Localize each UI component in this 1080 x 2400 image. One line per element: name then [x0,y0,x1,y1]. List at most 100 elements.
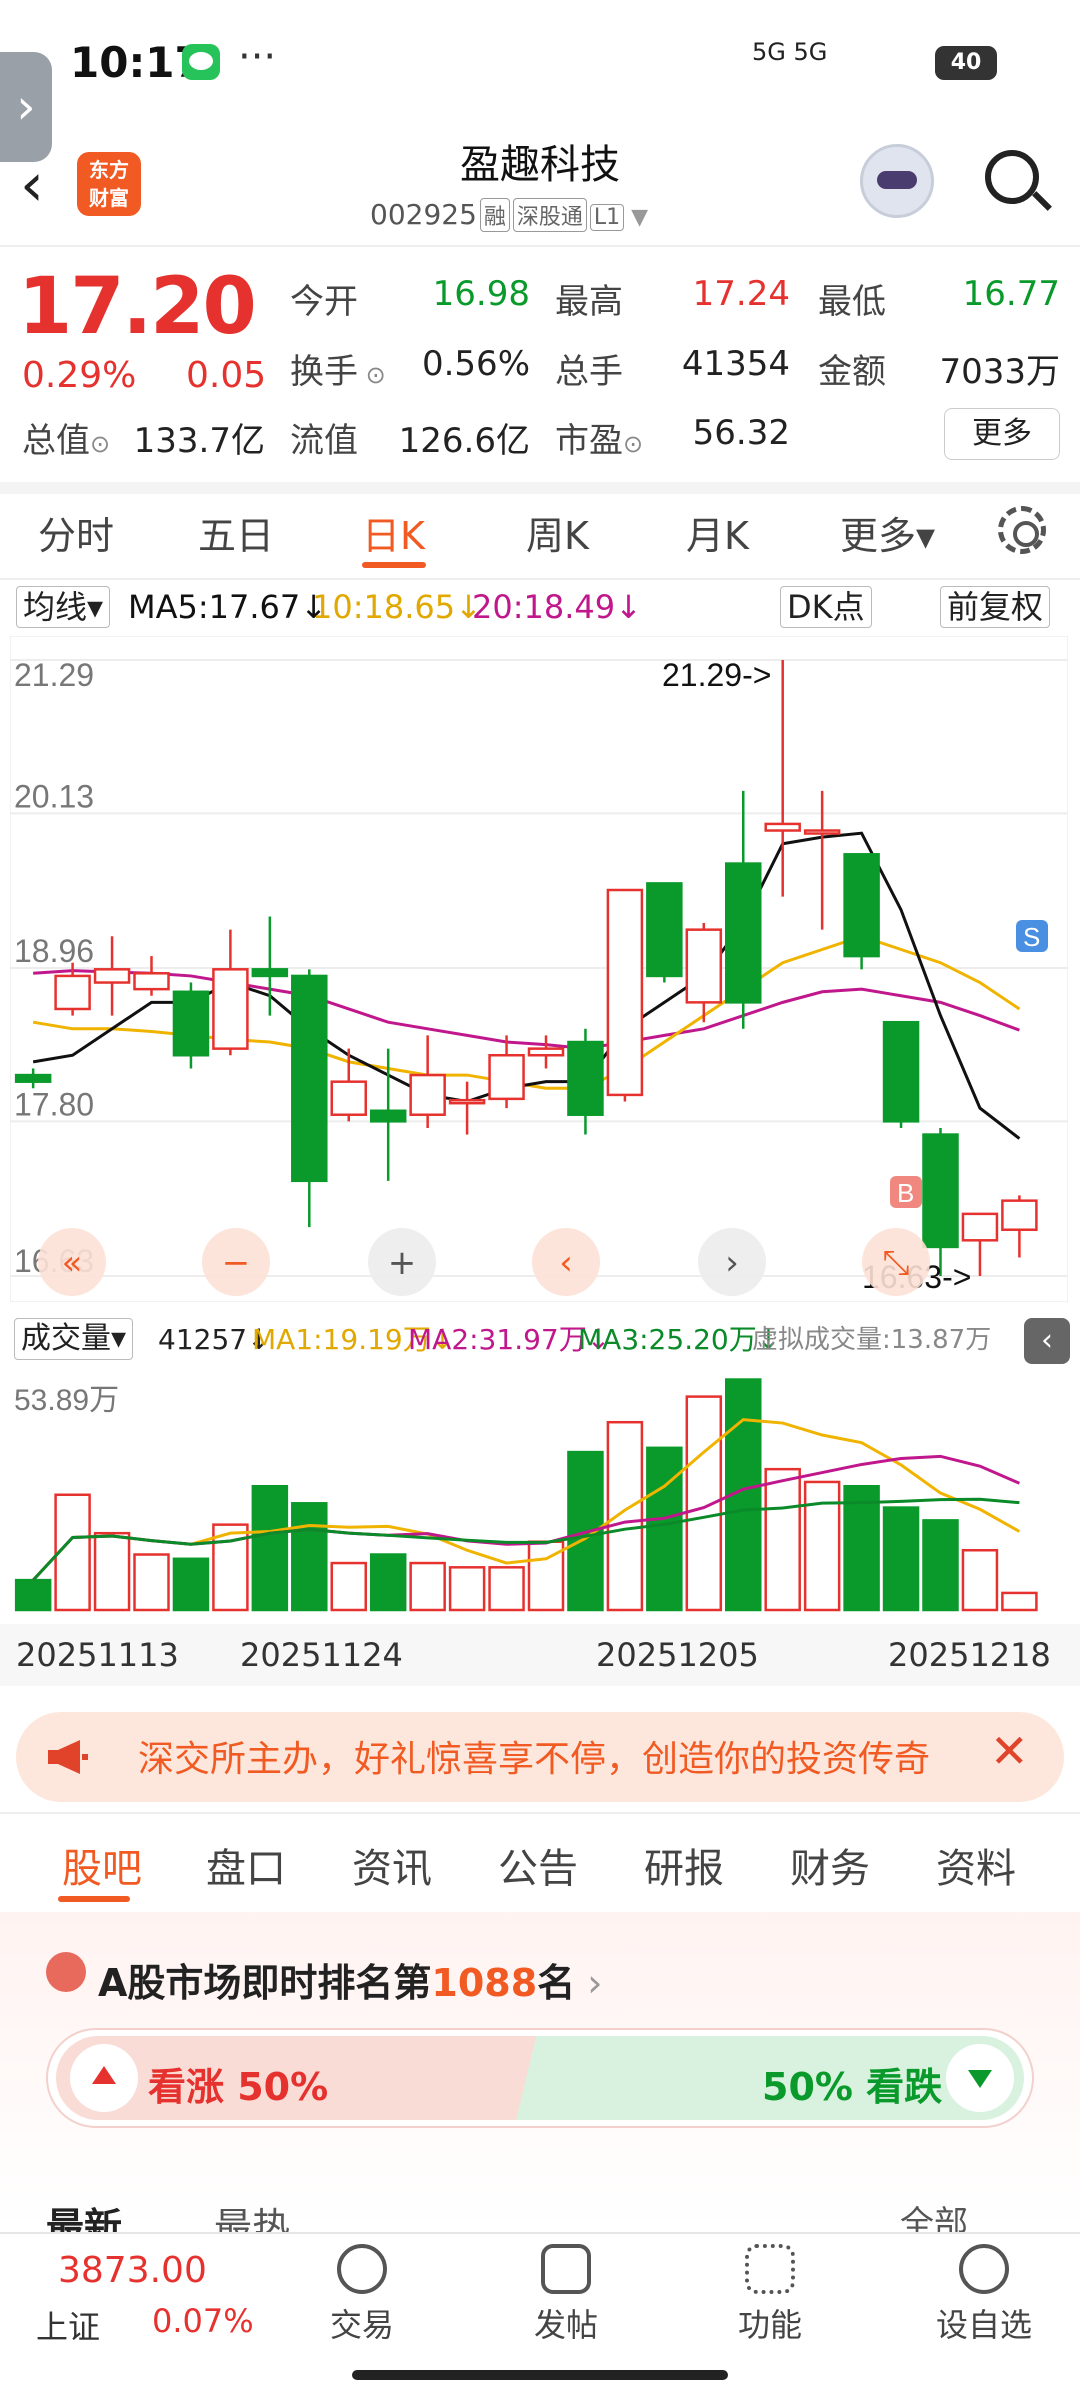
tab-more-periods[interactable]: 更多▾ [840,505,935,560]
candle-body [488,1053,525,1101]
close-icon[interactable]: ✕ [990,1724,1029,1778]
tag-connect: 深股通 [512,198,587,232]
turnover-label[interactable]: 换手 ⊙ [290,344,386,393]
ma-legend-row: 均线▾ MA5:17.67↓ 10:18.65↓ 20:18.49↓ DK点 前… [0,582,1080,632]
dk-point-button[interactable]: DK点 [780,586,872,628]
tab-finance[interactable]: 财务 [790,1836,870,1894]
vote-down-label[interactable]: 50% 看跌 [762,2056,942,2111]
market-cap-value: 133.7亿 [133,421,265,461]
ranking-text[interactable]: A股市场即时排名第1088名 › [98,1952,602,2007]
chevron-left-icon[interactable]: ‹ [1024,1318,1070,1364]
candle-body [646,882,683,978]
nav-functions[interactable]: 功能 [700,2240,840,2346]
candle-body [882,1020,920,1123]
candle-body [14,1073,52,1083]
tab-profile[interactable]: 资料 [936,1836,1016,1894]
active-tab-indicator [58,1896,130,1902]
high-label: 最高 [555,282,623,322]
tab-announcements[interactable]: 公告 [498,1836,578,1894]
ma10-value: 10:18.65↓ [312,588,482,626]
volume-bar [291,1502,328,1612]
volume-chart[interactable]: 53.89万 [10,1370,1068,1616]
candle-body [212,968,249,1050]
nav-trade-label: 交易 [329,2306,394,2344]
pe-label[interactable]: 市盈⊙ [555,413,643,462]
candle-body [1001,1199,1038,1231]
stock-code: 002925 [370,198,477,231]
volume-bar [843,1484,880,1612]
candle-body [527,1047,565,1057]
index-name[interactable]: 上证 [36,2302,100,2348]
tab-five-day[interactable]: 五日 [198,505,274,560]
tab-orderbook[interactable]: 盘口 [206,1836,286,1894]
more-notifications-icon: ··· [238,34,277,80]
market-cap-label[interactable]: 总值⊙ [22,413,110,462]
volume-bar [1001,1591,1038,1612]
megaphone-icon [48,1740,88,1774]
candle-body [369,1109,407,1123]
date-tick: 20251218 [888,1636,1051,1674]
feed-tab-latest[interactable]: 最新 [46,2196,122,2232]
tab-research[interactable]: 研报 [644,1836,724,1894]
nav-post[interactable]: 发帖 [496,2240,636,2346]
assistant-robot-icon[interactable] [860,144,934,218]
candle-body [54,974,91,1011]
nav-add-watchlist-label: 设自选 [935,2306,1032,2344]
index-value[interactable]: 3873.00 [58,2250,207,2291]
index-change[interactable]: 0.07% [152,2302,254,2340]
nav-post-label: 发帖 [533,2306,598,2344]
date-tick: 20251124 [240,1636,403,1674]
volume-value: 41354 [681,344,790,384]
nav-functions-label: 功能 [737,2306,802,2344]
tab-day-k[interactable]: 日K [362,505,425,560]
volume-bar [133,1553,170,1612]
tab-news[interactable]: 资讯 [352,1836,432,1894]
vote-up-label[interactable]: 看涨 50% [148,2056,328,2111]
volume-max-label: 53.89万 [14,1384,119,1417]
volume-bar [803,1480,841,1612]
tag-level: L1 [589,204,625,231]
stock-code-line[interactable]: 002925 融深股通 L1 ▼ [370,198,648,232]
candle-body [448,1098,486,1105]
candle-body [93,968,131,984]
candle-body [685,928,723,1004]
more-quote-button[interactable]: 更多 [944,408,1060,460]
volume-bar [448,1566,486,1612]
candlestick-chart[interactable]: 21.2920.1318.9617.8016.6321.29->16.63->B… [10,636,1068,1302]
volume-bar [93,1531,131,1612]
home-indicator [352,2370,728,2380]
candle-body [567,1040,604,1116]
high-value: 17.24 [692,274,790,314]
candle-body [291,974,328,1183]
indicator-selector[interactable]: 均线▾ [16,586,111,628]
date-tick: 20251113 [16,1636,179,1674]
tab-month-k[interactable]: 月K [686,505,749,560]
candle-body [961,1212,999,1242]
trade-icon [337,2244,387,2294]
float-cap-label: 流值 [290,421,358,461]
down-arrow-icon[interactable] [946,2044,1014,2112]
feed-filter-all[interactable]: 全部 [900,2196,968,2232]
tab-intraday[interactable]: 分时 [38,505,114,560]
feed-tab-hot[interactable]: 最热 [214,2196,290,2232]
candle-body [251,968,289,978]
volume-ma3: MA3:25.20万↓ [578,1323,781,1356]
adjust-selector[interactable]: 前复权 [940,586,1051,628]
candle-body [133,972,170,991]
nav-trade[interactable]: 交易 [292,2240,432,2346]
candle-body [330,1080,367,1116]
tab-week-k[interactable]: 周K [526,505,589,560]
search-icon[interactable] [985,150,1039,204]
volume-bar [14,1578,52,1612]
gear-icon[interactable] [998,506,1046,554]
banner-text[interactable]: 深交所主办，好礼惊喜享不停，创造你的投资传奇 [138,1730,988,1782]
turnover-value: 0.56% [421,344,530,384]
chart-control-glyph: + [388,1243,417,1283]
change-percent: 0.29% [22,355,137,396]
tab-forum[interactable]: 股吧 [62,1836,142,1894]
up-arrow-icon[interactable] [70,2044,138,2112]
chart-control-glyph: ‹ [559,1243,573,1283]
battery-icon: 40 [935,46,997,80]
volume-selector[interactable]: 成交量▾ [14,1318,134,1360]
nav-add-watchlist[interactable]: 设自选 [914,2240,1054,2346]
